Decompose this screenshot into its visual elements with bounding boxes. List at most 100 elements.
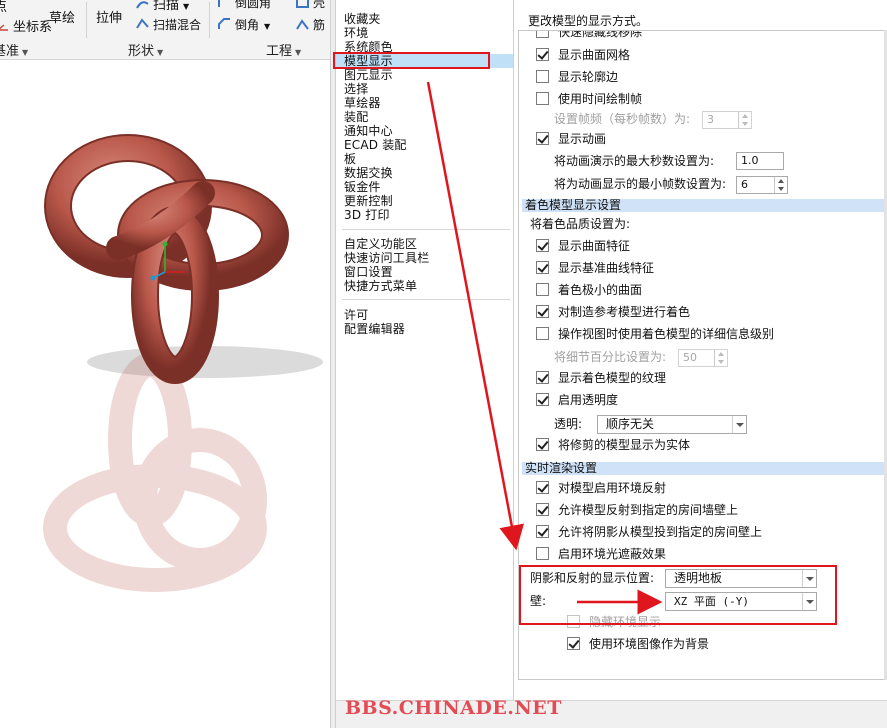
sweep-button[interactable]: 扫描 ▼ <box>136 0 189 13</box>
chamfer-icon <box>218 18 230 29</box>
checkbox[interactable] <box>536 92 549 105</box>
category-customize-ribbon[interactable]: 自定义功能区 <box>344 237 417 251</box>
checkbox-label: 允许模型反射到指定的房间墙壁上 <box>558 503 739 517</box>
checkbox[interactable] <box>536 31 549 38</box>
group-engineering-label: 工程 <box>266 44 293 59</box>
checkbox[interactable] <box>536 547 549 560</box>
category-update-control[interactable]: 更新控制 <box>344 194 393 208</box>
category-shortcut-menus[interactable]: 快捷方式菜单 <box>344 279 417 293</box>
chamfer-label: 倒角 <box>235 18 260 32</box>
group-datum[interactable]: 基准▼ <box>0 40 28 59</box>
group-engineering[interactable]: 工程 ▼ <box>266 40 301 59</box>
checkbox-label: 显示曲面特征 <box>558 239 631 253</box>
rib-label: 筋 <box>313 18 326 32</box>
checkbox[interactable] <box>536 48 549 61</box>
checkbox-label: 使用时间绘制帧 <box>558 92 643 106</box>
checkbox[interactable] <box>536 438 549 451</box>
max-seconds-label: 将动画演示的最大秒数设置为: <box>554 154 715 168</box>
checkbox[interactable] <box>536 70 549 83</box>
swept-blend-button[interactable]: 扫描混合 <box>136 16 201 33</box>
checkbox-label: 显示曲面网格 <box>558 48 631 62</box>
category-licensing[interactable]: 许可 <box>344 308 368 322</box>
shell-label: 壳 <box>313 0 326 10</box>
category-data-exchange[interactable]: 数据交换 <box>344 166 393 180</box>
chamfer-button[interactable]: 倒角 ▼ <box>218 16 270 33</box>
checkbox[interactable] <box>536 371 549 384</box>
checkbox[interactable] <box>536 132 549 145</box>
category-board[interactable]: 板 <box>344 152 356 166</box>
checkbox[interactable] <box>536 393 549 406</box>
sketch-button[interactable]: 草绘 <box>49 7 75 26</box>
checkbox[interactable] <box>536 261 549 274</box>
min-frames-label: 将为动画显示的最小帧数设置为: <box>554 177 727 191</box>
coordinate-system-button[interactable]: 坐标系 <box>0 16 52 35</box>
frame-rate-value: 3 <box>707 113 714 126</box>
category-notification-center[interactable]: 通知中心 <box>344 124 393 138</box>
detail-percent-value: 50 <box>683 351 697 364</box>
sweep-icon <box>136 1 149 9</box>
transparency-dropdown[interactable]: 顺序无关 <box>597 415 747 434</box>
category-separator <box>342 229 510 230</box>
category-quick-access-toolbar[interactable]: 快速访问工具栏 <box>344 251 429 265</box>
min-frames-input[interactable]: 6 <box>736 176 788 194</box>
chevron-down-icon[interactable] <box>732 416 746 433</box>
transparency-value: 顺序无关 <box>606 417 655 431</box>
checkbox[interactable] <box>567 637 580 650</box>
section-shaded-model: 着色模型显示设置 <box>522 199 887 212</box>
group-shapes[interactable]: 形状 ▼ <box>128 40 163 59</box>
model-viewport[interactable] <box>0 60 330 728</box>
category-assembly[interactable]: 装配 <box>344 110 368 124</box>
category-config-editor[interactable]: 配置编辑器 <box>344 322 405 336</box>
category-selection[interactable]: 选择 <box>344 82 368 96</box>
sweep-label: 扫描 <box>153 0 180 13</box>
checkbox-label: 使用环境图像作为背景 <box>589 637 710 651</box>
checkbox[interactable] <box>536 327 549 340</box>
group-datum-label: 基准 <box>0 44 20 59</box>
checkbox-label: 启用透明度 <box>558 393 619 407</box>
category-ecad-assembly[interactable]: ECAD 装配 <box>344 138 407 152</box>
checkbox[interactable] <box>536 481 549 494</box>
checkbox-label: 操作视图时使用着色模型的详细信息级别 <box>558 327 775 341</box>
category-sheetmetal[interactable]: 钣金件 <box>344 180 381 194</box>
max-seconds-input[interactable]: 1.0 <box>736 152 784 170</box>
min-frames-value: 6 <box>741 178 748 191</box>
coordinate-system-label: 坐标系 <box>13 20 53 35</box>
rib-button[interactable]: 筋 <box>296 16 325 33</box>
checkbox[interactable] <box>536 503 549 516</box>
shell-icon <box>296 0 309 8</box>
transparency-label: 透明: <box>554 417 583 431</box>
category-3d-printing[interactable]: 3D 打印 <box>344 208 390 222</box>
panel-title: 更改模型的显示方式。 <box>528 14 649 28</box>
detail-percent-label: 将细节百分比设置为: <box>554 350 667 364</box>
spinner-icon <box>738 112 751 128</box>
checkbox[interactable] <box>536 525 549 538</box>
knot-model <box>44 134 289 384</box>
checkbox-label: 显示动画 <box>558 132 607 146</box>
checkbox[interactable] <box>536 283 549 296</box>
category-separator <box>342 299 510 300</box>
checkbox-label: 允许将阴影从模型投到指定的房间壁上 <box>558 525 763 539</box>
category-favorites[interactable]: 收藏夹 <box>344 12 381 26</box>
coordinate-system-icon <box>0 24 8 31</box>
shade-quality-label: 将着色品质设置为: <box>530 217 631 231</box>
round-button[interactable]: 倒圆角 <box>218 0 271 11</box>
point-button[interactable]: 点 <box>0 0 7 15</box>
chevron-down-icon: ▼ <box>157 48 164 57</box>
spinner-icon[interactable] <box>774 177 787 193</box>
rib-icon <box>296 19 309 30</box>
checkbox-label: 显示轮廓边 <box>558 70 619 84</box>
category-window-settings[interactable]: 窗口设置 <box>344 265 393 279</box>
annotation-box-shadow-settings <box>519 565 837 625</box>
category-environment[interactable]: 环境 <box>344 26 368 40</box>
frame-rate-input: 3 <box>702 111 752 129</box>
checkbox[interactable] <box>536 305 549 318</box>
swept-blend-label: 扫描混合 <box>153 18 202 32</box>
shell-button[interactable]: 壳 <box>296 0 325 11</box>
extrude-button[interactable]: 拉伸 <box>96 7 122 26</box>
category-sketcher[interactable]: 草绘器 <box>344 96 381 110</box>
checkbox[interactable] <box>536 239 549 252</box>
checkbox-label: 快速隐藏线移除 <box>558 30 643 39</box>
max-seconds-value: 1.0 <box>741 154 759 167</box>
category-entity-display[interactable]: 图元显示 <box>344 68 393 82</box>
annotation-box-model-display <box>333 52 490 69</box>
